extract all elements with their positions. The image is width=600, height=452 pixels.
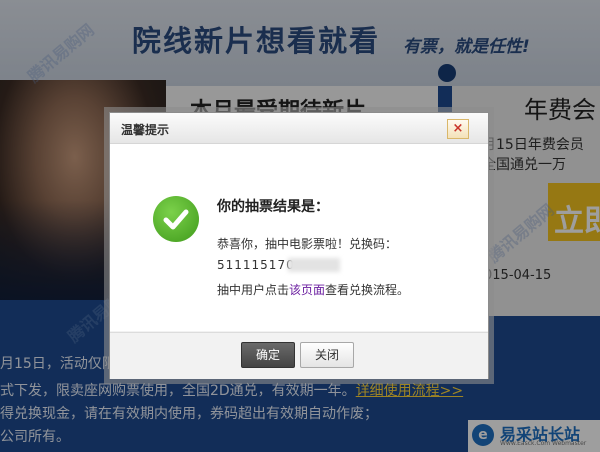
this-page-link[interactable]: 该页面 <box>289 283 325 297</box>
dialog-footer: 确定 关闭 <box>110 332 488 379</box>
result-message: 恭喜你，抽中电影票啦！兑换码： <box>217 237 398 251</box>
redeem-code: 511115170 <box>217 258 295 272</box>
result-dialog: 温馨提示 × 你的抽票结果是： 恭喜你，抽中电影票啦！兑换码： 51111517… <box>109 112 489 379</box>
dialog-body: 你的抽票结果是： 恭喜你，抽中电影票啦！兑换码： 511115170 抽中用户点… <box>110 144 488 331</box>
redeem-instructions: 抽中用户点击该页面查看兑换流程。 <box>217 281 409 298</box>
confirm-button[interactable]: 确定 <box>241 342 295 368</box>
close-icon[interactable]: × <box>447 119 469 139</box>
checkmark-icon <box>163 209 189 230</box>
dialog-title: 温馨提示 <box>121 123 170 137</box>
instructions-suffix: 查看兑换流程。 <box>325 283 410 297</box>
result-heading: 你的抽票结果是： <box>217 199 329 215</box>
dialog-header: 温馨提示 × <box>110 113 488 144</box>
close-button[interactable]: 关闭 <box>300 342 354 368</box>
check-circle-icon <box>153 196 199 242</box>
instructions-prefix: 抽中用户点击 <box>217 283 290 297</box>
redeem-code-mask <box>288 258 340 272</box>
